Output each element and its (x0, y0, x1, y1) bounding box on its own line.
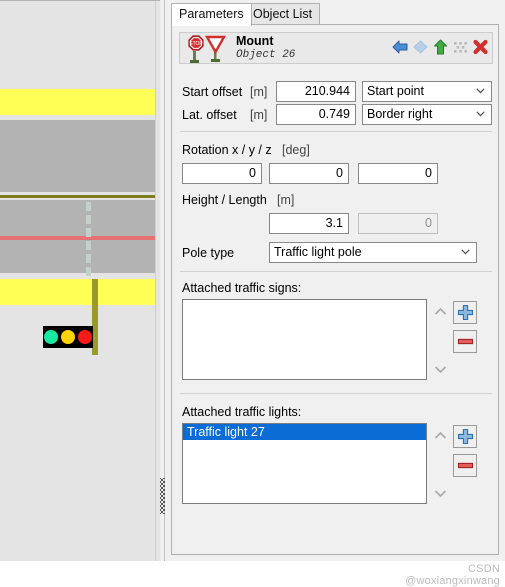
application-window: Parameters Object List STOP Mount Object… (0, 0, 505, 587)
separator (180, 271, 492, 272)
road-reference-line (0, 236, 155, 240)
lamp-yellow-icon (60, 330, 75, 344)
plus-icon (457, 304, 473, 321)
attached-traffic-signs-label: Attached traffic signs: (182, 281, 302, 295)
list-item[interactable]: Traffic light 27 (183, 424, 426, 440)
rotation-label: Rotation x / y / z (182, 143, 272, 157)
minus-icon (457, 462, 473, 469)
object-title: Mount (236, 34, 274, 48)
pole-type-label: Pole type (182, 246, 235, 260)
separator (180, 131, 492, 132)
lat-offset-unit: [m] (250, 108, 268, 122)
grid-icon[interactable] (452, 38, 469, 56)
delete-icon[interactable] (472, 38, 489, 56)
lat-offset-reference-select[interactable]: Border right (362, 104, 492, 125)
start-offset-unit: [m] (250, 85, 268, 99)
tab-object-list[interactable]: Object List (245, 3, 321, 25)
stop-and-yield-sign-icon: STOP (188, 35, 227, 63)
separator (180, 393, 492, 394)
pole-type-select[interactable]: Traffic light pole (269, 242, 477, 263)
lane-dash (86, 254, 91, 263)
lane-dash (86, 241, 91, 250)
rotation-y-input[interactable]: 0 (269, 163, 349, 184)
rotation-x-input[interactable]: 0 (182, 163, 262, 184)
signs-scroll-down-icon[interactable] (434, 365, 447, 374)
traffic-light-signal-head[interactable] (43, 326, 93, 348)
object-subtitle: Object 26 (236, 49, 296, 61)
lamp-red-icon (77, 330, 92, 344)
start-offset-input[interactable]: 210.944 (276, 81, 356, 102)
lane-dash (86, 215, 91, 224)
duplicate-icon[interactable] (412, 38, 429, 56)
pole-type-value: Traffic light pole (274, 245, 362, 259)
properties-panel: Parameters Object List STOP Mount Object… (165, 0, 505, 587)
minus-icon (457, 338, 473, 345)
object-header: STOP Mount Object 26 (179, 32, 493, 64)
object-type-icons: STOP (182, 34, 230, 64)
lane-dash (86, 267, 91, 276)
move-up-arrow-icon[interactable] (432, 38, 449, 56)
start-offset-reference-select[interactable]: Start point (362, 81, 492, 102)
road-shoulder-upper (0, 89, 155, 115)
lat-offset-label: Lat. offset (182, 108, 237, 122)
lights-scroll-down-icon[interactable] (434, 489, 447, 498)
rotation-unit: [deg] (282, 143, 310, 157)
lane-dash (86, 228, 91, 237)
tab-parameters[interactable]: Parameters (171, 3, 252, 26)
length-input: 0 (358, 213, 438, 234)
lights-scroll-up-icon[interactable] (434, 431, 447, 440)
start-offset-reference-value: Start point (367, 84, 424, 98)
lat-offset-input[interactable]: 0.749 (276, 104, 356, 125)
tab-strip: Parameters Object List (165, 3, 505, 26)
chevron-down-icon (476, 88, 485, 94)
remove-traffic-sign-button[interactable] (453, 330, 477, 353)
svg-text:STOP: STOP (189, 41, 203, 47)
road-edge-line (0, 195, 155, 198)
chevron-down-icon (461, 249, 470, 255)
attached-traffic-lights-label: Attached traffic lights: (182, 405, 302, 419)
add-traffic-sign-button[interactable] (453, 301, 477, 324)
object-toolbar (392, 38, 489, 56)
lat-offset-reference-value: Border right (367, 107, 433, 121)
plus-icon (457, 428, 473, 445)
road-shoulder-lower (0, 279, 155, 305)
remove-traffic-light-button[interactable] (453, 454, 477, 477)
signs-scroll-up-icon[interactable] (434, 307, 447, 316)
height-length-label: Height / Length (182, 193, 267, 207)
lamp-green-icon (44, 330, 59, 344)
watermark-text: CSDN @woxiangxinwang (405, 563, 500, 587)
previous-arrow-icon[interactable] (392, 38, 409, 56)
chevron-down-icon (476, 111, 485, 117)
parameters-tab-body: STOP Mount Object 26 Start offset [m] 21… (171, 24, 500, 587)
height-length-unit: [m] (277, 193, 295, 207)
road-surface-upper (0, 120, 155, 192)
rotation-z-input[interactable]: 0 (358, 163, 438, 184)
road-preview-canvas[interactable] (0, 0, 160, 561)
lane-dash (86, 202, 91, 211)
add-traffic-light-button[interactable] (453, 425, 477, 448)
attached-traffic-signs-list[interactable] (182, 299, 427, 380)
start-offset-label: Start offset (182, 85, 243, 99)
attached-traffic-lights-list[interactable]: Traffic light 27 (182, 423, 427, 504)
height-input[interactable]: 3.1 (269, 213, 349, 234)
